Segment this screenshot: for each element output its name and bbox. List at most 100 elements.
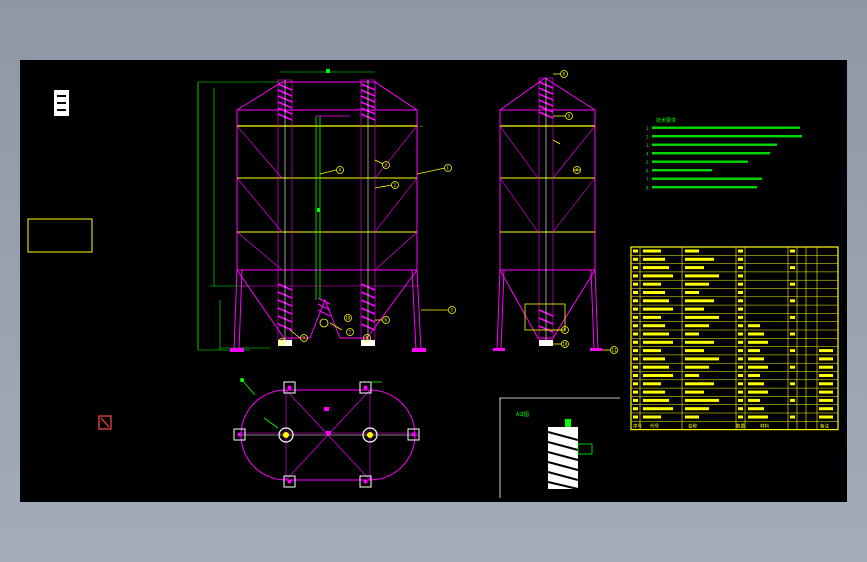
note-line	[652, 126, 800, 129]
silo-front-elevation: —	[197, 69, 448, 352]
cell-text	[633, 374, 638, 377]
cell-text	[738, 307, 743, 311]
cell-text	[633, 365, 638, 369]
cell-text	[748, 340, 768, 344]
cell-text	[685, 257, 714, 261]
cell-text	[738, 374, 743, 377]
balloon-label: 11	[280, 340, 285, 345]
notes-lines: 1. 2. 3. 4. 5. 6. 7. 8.	[646, 126, 802, 191]
cell-text	[643, 315, 661, 319]
cell-text	[738, 332, 743, 336]
note-line	[652, 160, 748, 163]
note-index: 2.	[646, 135, 651, 140]
cell-text	[738, 382, 743, 386]
cell-text	[643, 374, 673, 377]
cell-text	[748, 390, 768, 394]
note-index: 8.	[646, 186, 651, 191]
cell-text	[633, 299, 638, 303]
cell-text	[633, 274, 638, 278]
balloon-label: 10	[563, 342, 568, 347]
technical-notes: 技术要求 1. 2. 3. 4. 5. 6. 7. 8.	[646, 117, 802, 191]
cell-text	[633, 291, 638, 294]
balloon-label: 10	[346, 316, 351, 321]
note-line	[652, 135, 802, 138]
cell-text	[738, 249, 743, 253]
cell-text	[685, 365, 709, 369]
note-index: 3.	[646, 143, 651, 148]
balloon-label: 5	[451, 308, 454, 313]
detail-a-view: A详图	[499, 397, 620, 498]
cell-text	[748, 349, 760, 353]
cell-text	[633, 266, 638, 270]
cell-text	[633, 382, 638, 386]
cell-text	[633, 324, 638, 328]
cell-text	[643, 274, 673, 278]
balloon-label: 7	[349, 330, 352, 335]
cell-text	[738, 274, 743, 278]
cell-text	[643, 307, 673, 311]
cell-text	[738, 257, 743, 261]
table-footer-label: 材料	[760, 423, 769, 430]
white-logo-block	[54, 90, 69, 116]
note-index: 4.	[646, 152, 651, 157]
cell-text	[819, 382, 833, 386]
note-line	[652, 177, 762, 180]
cell-text	[819, 357, 833, 361]
cell-text	[643, 249, 661, 253]
detail-a-label: A详图	[516, 411, 529, 418]
cell-text	[685, 415, 699, 419]
cell-text	[633, 282, 638, 286]
cell-text	[685, 382, 714, 386]
cell-text	[790, 266, 795, 270]
cell-text	[633, 307, 638, 311]
balloon-label: 4	[339, 168, 342, 173]
cell-text	[685, 357, 719, 361]
cell-text	[685, 315, 719, 319]
cell-text	[738, 407, 743, 411]
cell-text	[738, 291, 743, 294]
note-index: 7.	[646, 177, 651, 182]
cell-text	[819, 407, 833, 411]
cell-text	[748, 357, 764, 361]
cad-drawing-canvas: — 1 2 3 4 5 6 7 8 9 10 11 8 9 4 5 10 11 …	[27, 69, 839, 498]
cell-text	[738, 315, 743, 319]
cell-text	[643, 299, 669, 303]
table-footer-label: 序号	[633, 423, 642, 430]
cell-text	[685, 274, 719, 278]
cell-text	[748, 365, 768, 369]
cell-text	[633, 340, 638, 344]
cell-text	[643, 291, 665, 294]
cell-text	[633, 398, 638, 402]
cell-text	[790, 398, 795, 402]
cell-text	[819, 374, 833, 377]
balloon-label: 2	[394, 183, 397, 188]
cell-text	[748, 324, 760, 328]
table-footer-label: 数量	[736, 423, 745, 430]
silo-side-elevation	[493, 73, 610, 351]
cell-text	[685, 398, 719, 402]
cell-text	[790, 299, 795, 303]
balloon-label: 5	[564, 328, 567, 333]
balloon-label: 8	[563, 72, 566, 77]
balloon-label: 1	[447, 166, 450, 171]
cad-drawing-viewport[interactable]: — 1 2 3 4 5 6 7 8 9 10 11 8 9 4 5 10 11 …	[20, 60, 847, 502]
cell-text	[685, 291, 699, 294]
cell-text	[790, 282, 795, 286]
cell-text	[633, 349, 638, 353]
cell-text	[633, 390, 638, 394]
cell-text	[643, 349, 661, 353]
cell-text	[738, 398, 743, 402]
cell-text	[748, 382, 764, 386]
note-index: 6.	[646, 169, 651, 174]
cell-text	[819, 349, 833, 353]
cell-text	[819, 390, 833, 394]
cell-text	[748, 374, 760, 377]
cell-text	[738, 299, 743, 303]
cell-text	[685, 407, 709, 411]
cell-text	[643, 382, 661, 386]
cell-text	[685, 332, 699, 336]
cell-text	[819, 398, 833, 402]
note-line	[652, 169, 712, 172]
yellow-frame-box	[27, 218, 93, 253]
cell-text	[633, 407, 638, 411]
